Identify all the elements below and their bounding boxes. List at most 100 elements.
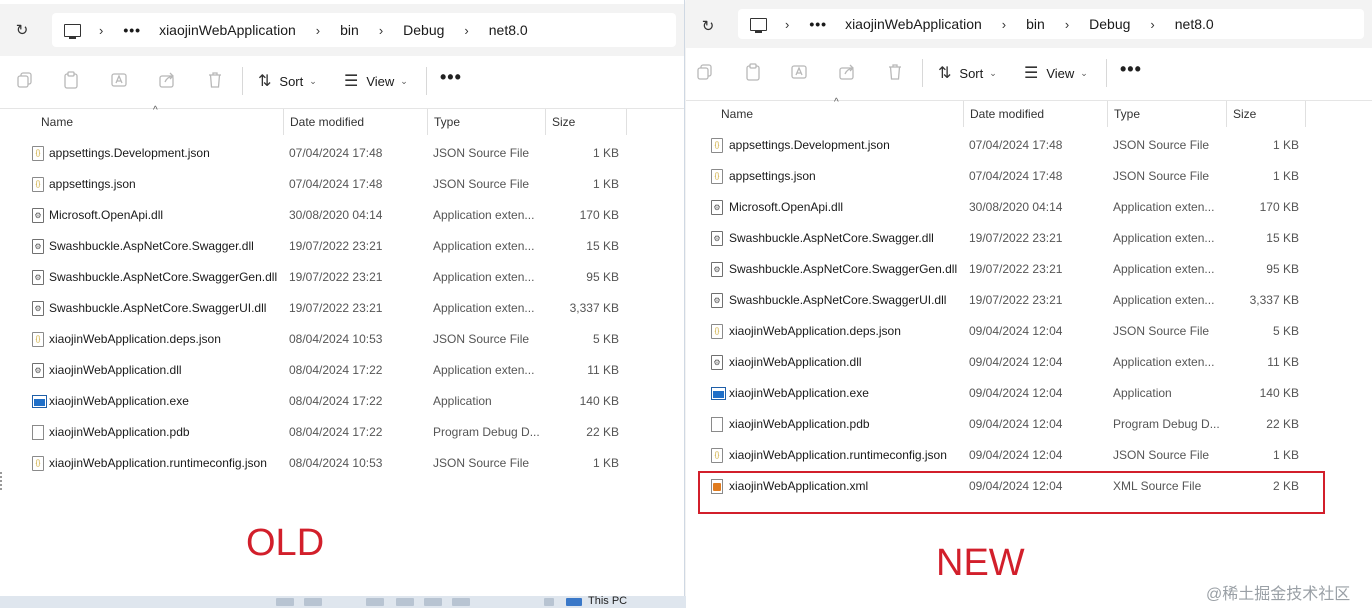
view-icon: ☰	[344, 73, 359, 90]
column-header-date[interactable]: Date modified	[283, 109, 427, 135]
breadcrumb-overflow[interactable]: •••	[123, 22, 141, 38]
file-row[interactable]: appsettings.Development.json 07/04/2024 1…	[686, 130, 1372, 161]
share-icon[interactable]	[158, 71, 176, 89]
json-file-icon	[711, 169, 723, 184]
paste-icon[interactable]	[744, 63, 762, 81]
file-type: Application exten...	[433, 301, 535, 315]
resize-handle[interactable]	[0, 472, 7, 490]
breadcrumb-overflow[interactable]: •••	[809, 16, 827, 32]
sort-button[interactable]: ⇅ Sort ⌄	[258, 69, 317, 93]
file-date-modified: 19/07/2022 23:21	[969, 262, 1063, 276]
file-type: Application	[433, 394, 492, 408]
file-row[interactable]: Swashbuckle.AspNetCore.SwaggerGen.dll 19/…	[686, 254, 1372, 285]
column-header-size[interactable]: Size	[1226, 101, 1306, 127]
taskbar-item[interactable]	[366, 598, 384, 606]
file-row[interactable]: appsettings.json 07/04/2024 17:48 JSON Sou…	[686, 161, 1372, 192]
delete-icon[interactable]	[206, 71, 224, 89]
file-type: Application exten...	[1113, 262, 1215, 276]
pdb-file-icon	[32, 425, 44, 440]
breadcrumb-item[interactable]: xiaojinWebApplication	[845, 16, 982, 32]
taskbar-item[interactable]	[396, 598, 414, 606]
file-row[interactable]: Swashbuckle.AspNetCore.SwaggerGen.dll 19/…	[0, 262, 684, 293]
rename-icon[interactable]	[790, 63, 808, 81]
file-row[interactable]: xiaojinWebApplication.pdb 09/04/2024 12:0…	[686, 409, 1372, 440]
refresh-icon[interactable]: ↻	[698, 17, 718, 37]
file-name: Swashbuckle.AspNetCore.SwaggerGen.dll	[49, 270, 278, 284]
taskbar-item[interactable]	[304, 598, 322, 606]
paste-icon[interactable]	[62, 71, 80, 89]
file-row[interactable]: Microsoft.OpenApi.dll 30/08/2020 04:14 App…	[686, 192, 1372, 223]
file-row[interactable]: xiaojinWebApplication.dll 09/04/2024 12:0…	[686, 347, 1372, 378]
new-file-highlight	[698, 471, 1325, 514]
command-bar: ⇅ Sort ⌄ ☰ View ⌄ •••	[686, 49, 1372, 97]
file-size: 3,337 KB	[1249, 293, 1299, 307]
dll-file-icon	[32, 363, 44, 378]
file-size: 95 KB	[1266, 262, 1299, 276]
breadcrumb-item[interactable]: xiaojinWebApplication	[159, 22, 296, 38]
breadcrumb-item[interactable]: Debug	[403, 22, 444, 38]
file-row[interactable]: Microsoft.OpenApi.dll 30/08/2020 04:14 App…	[0, 200, 684, 231]
file-row[interactable]: xiaojinWebApplication.runtimeconfig.json…	[686, 440, 1372, 471]
file-row[interactable]: xiaojinWebApplication.dll 08/04/2024 17:2…	[0, 355, 684, 386]
more-options-button[interactable]: •••	[440, 67, 462, 88]
file-date-modified: 19/07/2022 23:21	[969, 231, 1063, 245]
column-header-name[interactable]: Name	[715, 101, 963, 127]
column-header-size[interactable]: Size	[545, 109, 627, 135]
file-row[interactable]: Swashbuckle.AspNetCore.SwaggerUI.dll 19/0…	[686, 285, 1372, 316]
breadcrumb[interactable]: › ••• xiaojinWebApplication › bin › Debu…	[52, 13, 676, 47]
file-type: JSON Source File	[1113, 448, 1210, 462]
file-date-modified: 07/04/2024 17:48	[969, 169, 1063, 183]
this-pc-icon[interactable]	[64, 23, 81, 39]
file-row[interactable]: xiaojinWebApplication.exe 08/04/2024 17:2…	[0, 386, 684, 417]
file-row[interactable]: Swashbuckle.AspNetCore.SwaggerUI.dll 19/0…	[0, 293, 684, 324]
breadcrumb-item[interactable]: Debug	[1089, 16, 1130, 32]
breadcrumb-item[interactable]: net8.0	[1175, 16, 1214, 32]
view-button[interactable]: ☰ View ⌄	[1024, 61, 1088, 85]
file-row[interactable]: xiaojinWebApplication.deps.json 08/04/202…	[0, 324, 684, 355]
file-row[interactable]: Swashbuckle.AspNetCore.Swagger.dll 19/07/…	[0, 231, 684, 262]
column-header-date[interactable]: Date modified	[963, 101, 1107, 127]
chevron-right-icon: ›	[1064, 16, 1070, 32]
view-label: View	[1046, 65, 1075, 81]
rename-icon[interactable]	[110, 71, 128, 89]
breadcrumb-item[interactable]: bin	[340, 22, 359, 38]
refresh-icon[interactable]: ↻	[12, 21, 32, 41]
file-row[interactable]: xiaojinWebApplication.pdb 08/04/2024 17:2…	[0, 417, 684, 448]
file-row[interactable]: appsettings.json 07/04/2024 17:48 JSON Sou…	[0, 169, 684, 200]
taskbar-item[interactable]	[276, 598, 294, 606]
column-header-name[interactable]: Name	[35, 109, 283, 135]
breadcrumb-item[interactable]: bin	[1026, 16, 1045, 32]
breadcrumb-item[interactable]: net8.0	[489, 22, 528, 38]
file-size: 170 KB	[1259, 200, 1299, 214]
file-row[interactable]: xiaojinWebApplication.deps.json 09/04/202…	[686, 316, 1372, 347]
file-date-modified: 19/07/2022 23:21	[289, 239, 383, 253]
file-size: 22 KB	[586, 425, 619, 439]
this-pc-icon[interactable]	[750, 17, 767, 33]
sort-button[interactable]: ⇅ Sort ⌄	[938, 61, 997, 85]
json-file-icon	[711, 324, 723, 339]
file-row[interactable]: appsettings.Development.json 07/04/2024 1…	[0, 138, 684, 169]
taskbar-item[interactable]	[452, 598, 470, 606]
file-size: 11 KB	[1267, 355, 1299, 369]
column-header-type[interactable]: Type	[1107, 101, 1226, 127]
view-button[interactable]: ☰ View ⌄	[344, 69, 408, 93]
share-icon[interactable]	[838, 63, 856, 81]
taskbar-item[interactable]	[544, 598, 554, 606]
file-date-modified: 19/07/2022 23:21	[289, 270, 383, 284]
this-pc-icon[interactable]	[566, 598, 582, 606]
more-options-button[interactable]: •••	[1120, 59, 1142, 80]
file-row[interactable]: Swashbuckle.AspNetCore.Swagger.dll 19/07/…	[686, 223, 1372, 254]
view-icon: ☰	[1024, 65, 1039, 82]
file-name: Microsoft.OpenApi.dll	[729, 200, 844, 214]
column-header-type[interactable]: Type	[427, 109, 545, 135]
explorer-window-old: ↻ › ••• xiaojinWebApplication › bin › De…	[0, 0, 685, 604]
breadcrumb[interactable]: › ••• xiaojinWebApplication › bin › Debu…	[738, 9, 1364, 39]
taskbar-item[interactable]	[424, 598, 442, 606]
file-row[interactable]: xiaojinWebApplication.exe 09/04/2024 12:0…	[686, 378, 1372, 409]
copy-icon[interactable]	[696, 63, 714, 81]
chevron-down-icon: ⌄	[400, 75, 408, 86]
chevron-down-icon: ⌄	[309, 75, 317, 86]
delete-icon[interactable]	[886, 63, 904, 81]
copy-icon[interactable]	[16, 71, 34, 89]
file-row[interactable]: xiaojinWebApplication.runtimeconfig.json…	[0, 448, 684, 479]
